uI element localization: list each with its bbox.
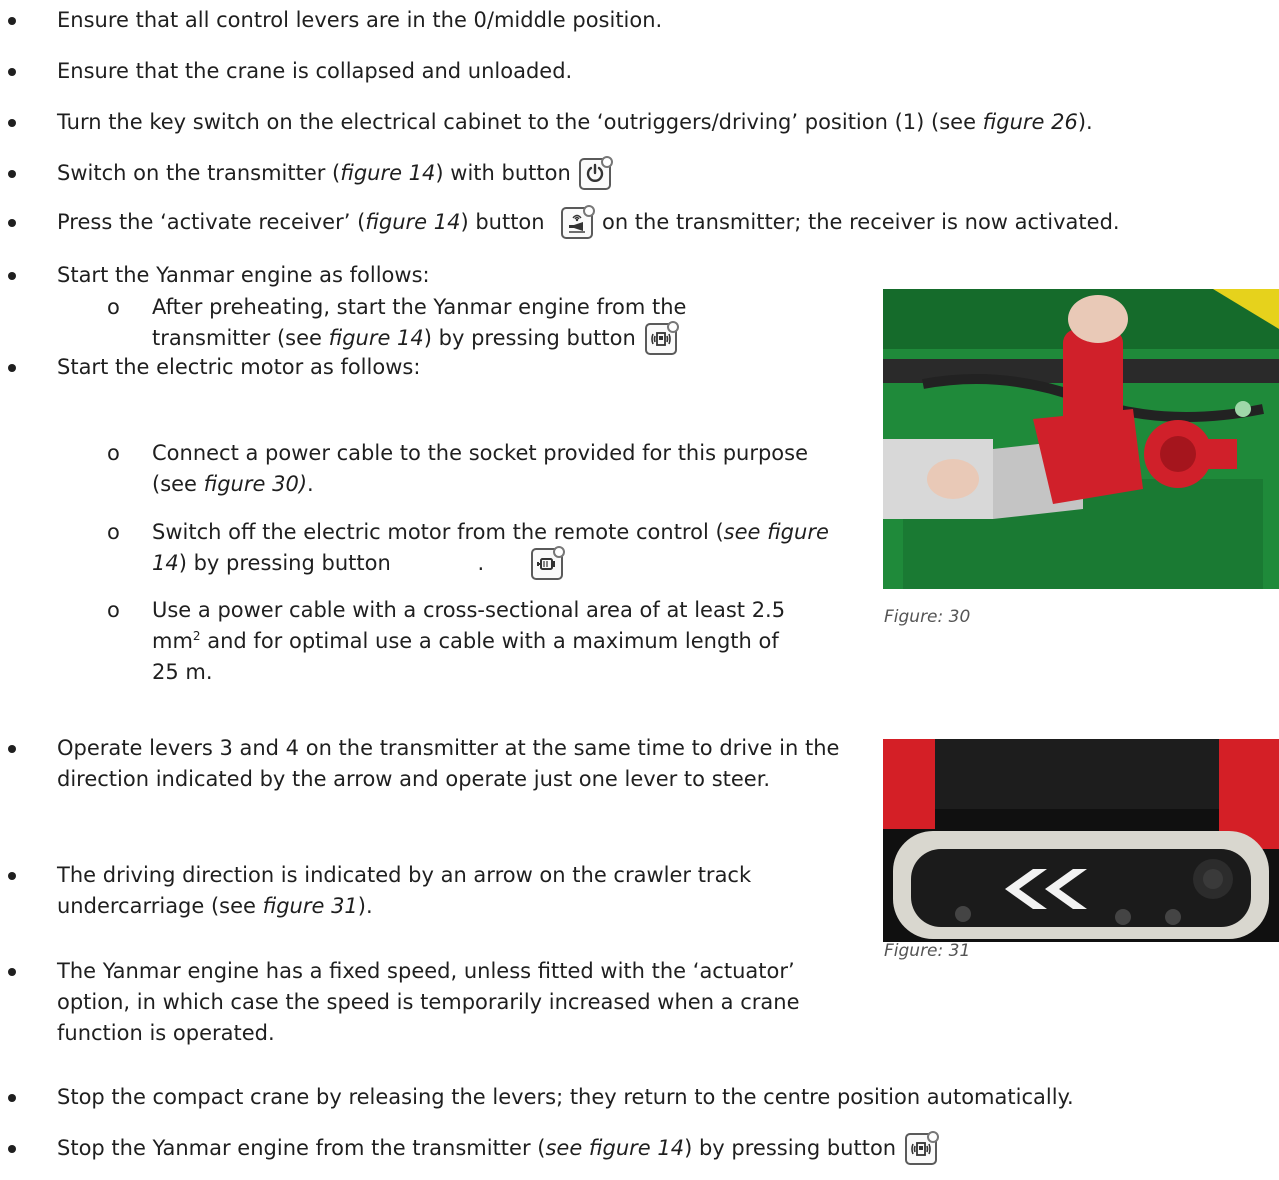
electric-motor-icon	[530, 546, 565, 580]
figure-reference: figure 14	[365, 210, 461, 234]
substep-cable-spec: Use a power cable with a cross-sectional…	[107, 595, 812, 688]
substep-connect-power-cable: Connect a power cable to the socket prov…	[107, 438, 812, 500]
instruction-start-yanmar: Start the Yanmar engine as follows:	[8, 260, 837, 291]
instruction-start-electric-motor: Start the electric motor as follows:	[8, 352, 837, 383]
instruction-key-switch: Turn the key switch on the electrical ca…	[8, 107, 1272, 138]
substep-start-yanmar: After preheating, start the Yanmar engin…	[107, 292, 792, 355]
figure-reference: see figure 14	[545, 1136, 685, 1160]
instruction-levers-middle: Ensure that all control levers are in th…	[8, 5, 1257, 36]
figure-reference: figure 31	[262, 894, 358, 918]
instruction-fixed-speed: The Yanmar engine has a fixed speed, unl…	[8, 956, 862, 1049]
instruction-stop-yanmar: Stop the Yanmar engine from the transmit…	[8, 1131, 1272, 1165]
instruction-operate-levers: Operate levers 3 and 4 on the transmitte…	[8, 733, 847, 795]
figure-reference: figure 30)	[203, 472, 308, 496]
instruction-switch-on-transmitter: Switch on the transmitter (figure 14) wi…	[8, 156, 1257, 190]
substep-switch-off-motor: Switch off the electric motor from the r…	[107, 517, 852, 580]
instruction-stop-crane: Stop the compact crane by releasing the …	[8, 1082, 1272, 1113]
figure-31-photo	[883, 739, 1279, 942]
instruction-driving-direction: The driving direction is indicated by an…	[8, 860, 817, 922]
figure-31-caption: Figure: 31	[884, 941, 971, 961]
instruction-crane-collapsed: Ensure that the crane is collapsed and u…	[8, 56, 1257, 87]
activate-receiver-icon	[561, 205, 596, 239]
figure-30-photo	[883, 289, 1279, 589]
figure-reference: figure 14	[340, 161, 436, 185]
instruction-activate-receiver: Press the ‘activate receiver’ (figure 14…	[8, 205, 1272, 239]
power-icon	[579, 156, 614, 190]
engine-start-icon	[644, 321, 679, 355]
figure-30-caption: Figure: 30	[884, 607, 971, 627]
figure-reference: figure 14	[328, 326, 424, 350]
figure-reference: figure 26	[982, 110, 1078, 134]
engine-stop-icon	[904, 1131, 939, 1165]
